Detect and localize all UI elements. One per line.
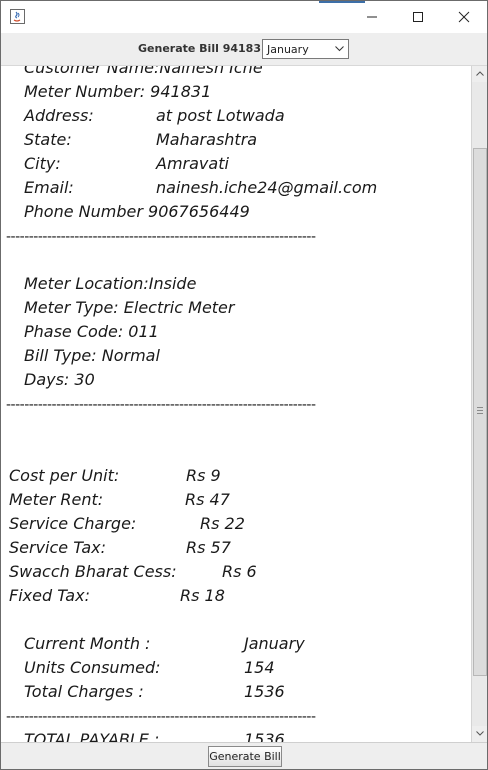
charge-value-cost-per-unit: Rs 9 [186, 466, 221, 485]
units-consumed-label: Units Consumed: [24, 658, 161, 677]
title-bar [1, 1, 487, 33]
separator-3: ----------------------------------------… [6, 710, 316, 724]
current-month-label: Current Month : [24, 634, 151, 653]
maximize-icon [413, 12, 423, 22]
address-value: at post Lotwada [156, 106, 285, 125]
total-payable-label: TOTAL PAYABLE : [24, 730, 160, 743]
close-button[interactable] [441, 1, 487, 33]
meter-type-line: Meter Type: Electric Meter [24, 298, 235, 317]
bill-window: Generate Bill 941831 January Customer Na… [0, 0, 488, 770]
total-charges-value: 1536 [244, 682, 285, 701]
charge-label-meter-rent: Meter Rent: [9, 490, 104, 509]
separator-1: ----------------------------------------… [6, 230, 316, 244]
scroll-grip-icon [477, 407, 483, 414]
bill-text-area[interactable]: Customer Name:Nainesh Iche Meter Number:… [1, 66, 471, 742]
state-value: Maharashtra [156, 130, 258, 149]
charge-value-service-tax: Rs 57 [186, 538, 231, 557]
charge-label-swacch-bharat-cess: Swacch Bharat Cess: [9, 562, 177, 581]
month-selected-value: January [267, 43, 309, 56]
charge-value-swacch-bharat-cess: Rs 6 [222, 562, 257, 581]
java-app-icon [10, 9, 25, 24]
address-label: Address: [24, 106, 94, 125]
minimize-icon [367, 16, 377, 18]
customer-name-line: Customer Name:Nainesh Iche [24, 66, 263, 77]
scroll-thumb[interactable] [473, 148, 487, 676]
charge-value-service-charge: Rs 22 [200, 514, 245, 533]
total-payable-value: 1536 [244, 730, 285, 743]
arrow-down-icon [476, 731, 484, 736]
phone-number-line: Phone Number 9067656449 [24, 202, 250, 221]
charge-label-service-charge: Service Charge: [9, 514, 137, 533]
bill-type-line: Bill Type: Normal [24, 346, 160, 365]
total-charges-label: Total Charges : [24, 682, 144, 701]
bottom-panel: Generate Bill [1, 742, 487, 769]
charge-value-meter-rent: Rs 47 [185, 490, 230, 509]
phase-code-line: Phase Code: 011 [24, 322, 159, 341]
generate-bill-label: Generate Bill 941831 [138, 42, 269, 55]
city-value: Amravati [156, 154, 229, 173]
scroll-up-button[interactable] [472, 66, 487, 82]
days-line: Days: 30 [24, 370, 95, 389]
email-label: Email: [24, 178, 74, 197]
minimize-button[interactable] [349, 1, 395, 33]
month-dropdown[interactable]: January [262, 39, 349, 59]
meter-location-line: Meter Location:Inside [24, 274, 197, 293]
chevron-down-icon [335, 46, 344, 52]
meter-number-line: Meter Number: 941831 [24, 82, 212, 101]
arrow-up-icon [476, 71, 484, 76]
bill-toolbar: Generate Bill 941831 January [1, 33, 487, 66]
charge-value-fixed-tax: Rs 18 [180, 586, 225, 605]
separator-2: ----------------------------------------… [6, 398, 316, 412]
generate-bill-button[interactable]: Generate Bill [208, 746, 282, 767]
city-label: City: [24, 154, 61, 173]
maximize-button[interactable] [395, 1, 441, 33]
units-consumed-value: 154 [244, 658, 275, 677]
scroll-down-button[interactable] [472, 726, 487, 742]
charge-label-cost-per-unit: Cost per Unit: [9, 466, 120, 485]
charge-label-fixed-tax: Fixed Tax: [9, 586, 90, 605]
current-month-value: January [244, 634, 305, 653]
state-label: State: [24, 130, 72, 149]
charge-label-service-tax: Service Tax: [9, 538, 106, 557]
close-icon [458, 11, 470, 23]
email-value: nainesh.iche24@gmail.com [156, 178, 378, 197]
vertical-scrollbar[interactable] [471, 66, 487, 742]
